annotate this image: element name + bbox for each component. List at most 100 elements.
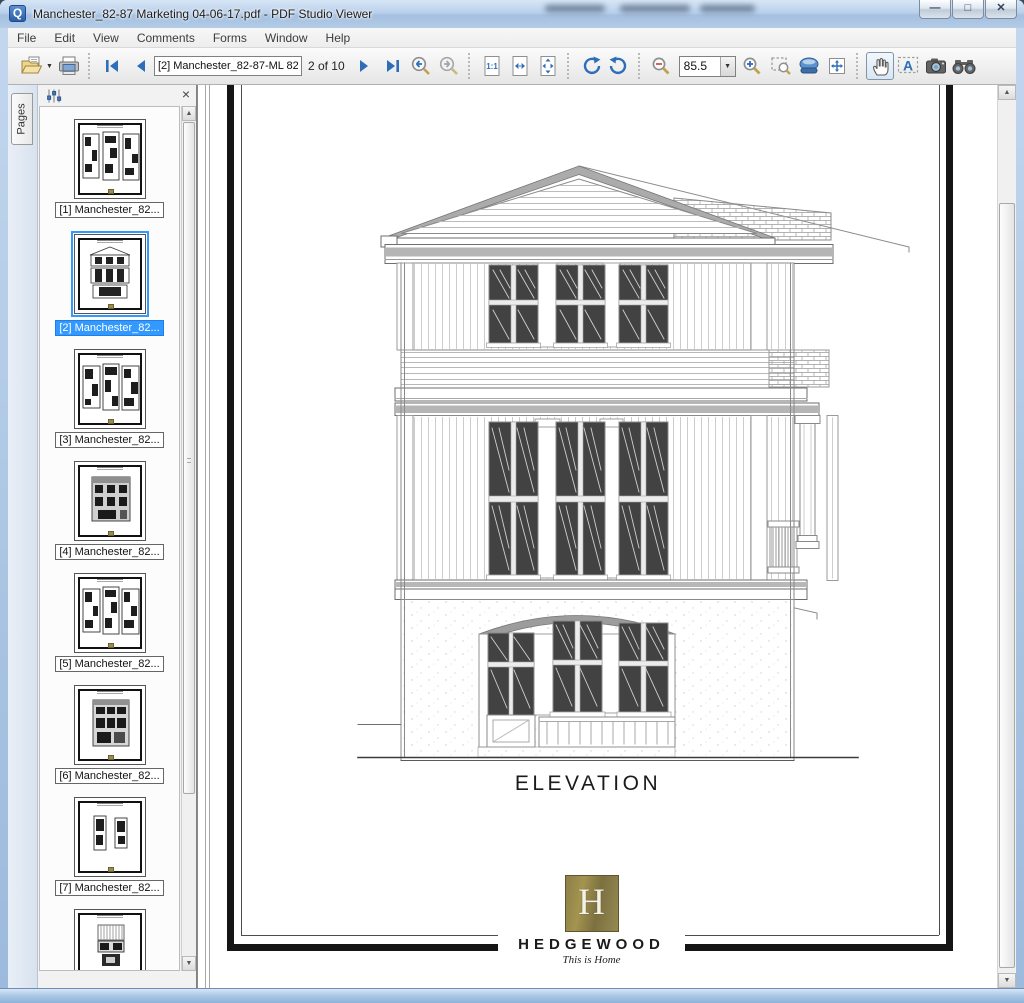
elevation-caption: ELEVATION	[515, 772, 661, 795]
previous-view-icon	[410, 55, 432, 77]
marquee-zoom-icon	[770, 55, 792, 77]
next-page-button[interactable]	[351, 52, 379, 80]
viewport-scrollbar[interactable]: ▲ ▼	[997, 85, 1016, 988]
thumbnail-page-7[interactable]: [7] Manchester_82...	[55, 797, 163, 896]
viewport-scrollbar-thumb[interactable]	[999, 203, 1015, 968]
thumbnail-page-2-selected[interactable]: [2] Manchester_82...	[55, 231, 163, 336]
fit-page-button[interactable]	[534, 52, 562, 80]
elevation-dark-thumb-graphic	[80, 472, 142, 530]
next-view-button[interactable]	[435, 52, 463, 80]
text-select-button[interactable]: A	[894, 52, 922, 80]
close-button[interactable]: ✕	[985, 0, 1017, 19]
hedgewood-monogram-square: H	[565, 875, 619, 932]
actual-size-button[interactable]: 1:1	[478, 52, 506, 80]
thumbnail-page-5[interactable]: [5] Manchester_82...	[55, 573, 163, 672]
thumbnail-page-3[interactable]: [3] Manchester_82...	[55, 349, 163, 448]
next-page-icon	[358, 58, 372, 74]
hand-tool-button[interactable]	[866, 52, 894, 80]
text-select-glyph: A	[903, 58, 913, 74]
menu-file[interactable]: File	[8, 29, 45, 47]
search-button[interactable]	[950, 52, 978, 80]
background-window-hint	[545, 3, 760, 14]
thumbnail-label: [7] Manchester_82...	[55, 880, 163, 896]
app-icon: Q	[9, 5, 26, 22]
menu-comments[interactable]: Comments	[128, 29, 204, 47]
loupe-tool-button[interactable]	[795, 52, 823, 80]
actual-size-icon: 1:1	[481, 55, 503, 77]
previous-page-button[interactable]	[126, 52, 154, 80]
previous-page-icon	[133, 58, 147, 74]
thumbnail-label: [6] Manchester_82...	[55, 768, 163, 784]
app-window: Q Manchester_82-87 Marketing 04-06-17.pd…	[0, 0, 1024, 1003]
fit-page-icon	[537, 55, 559, 77]
next-view-icon	[438, 55, 460, 77]
zoom-in-icon	[742, 56, 763, 77]
thumbnail-options-icon[interactable]	[45, 88, 63, 104]
pan-and-zoom-icon	[826, 55, 848, 77]
elevation-thumb-graphic	[80, 245, 142, 303]
pages-tab[interactable]: Pages	[11, 93, 33, 145]
maximize-button[interactable]: □	[952, 0, 984, 19]
text-select-icon: A	[896, 55, 920, 77]
zoom-out-icon	[651, 56, 672, 77]
rotate-counterclockwise-icon	[608, 55, 630, 77]
zoom-dropdown-caret[interactable]: ▼	[720, 57, 735, 76]
page-name-field[interactable]	[154, 56, 302, 76]
menu-help[interactable]: Help	[317, 29, 360, 47]
open-dropdown-caret[interactable]: ▼	[46, 63, 53, 70]
pages-tab-label: Pages	[16, 103, 28, 134]
menu-edit[interactable]: Edit	[45, 29, 84, 47]
side-tab-column: Pages	[8, 85, 38, 988]
menu-bar: File Edit View Comments Forms Window Hel…	[8, 28, 1016, 48]
menu-window[interactable]: Window	[256, 29, 317, 47]
last-page-button[interactable]	[379, 52, 407, 80]
thumbnail-page-1[interactable]: [1] Manchester_82...	[55, 119, 163, 218]
rotate-clockwise-button[interactable]	[577, 52, 605, 80]
marquee-zoom-button[interactable]	[767, 52, 795, 80]
thumbnail-label: [5] Manchester_82...	[55, 656, 163, 672]
previous-view-button[interactable]	[407, 52, 435, 80]
viewport-scroll-down-icon[interactable]: ▼	[998, 973, 1016, 988]
thumbnail-label: [3] Manchester_82...	[55, 432, 163, 448]
menu-view[interactable]: View	[84, 29, 128, 47]
open-button[interactable]	[14, 52, 48, 80]
thumbnail-label-selected: [2] Manchester_82...	[55, 320, 163, 336]
zoom-out-button[interactable]	[648, 52, 676, 80]
thumbnail-page-6[interactable]: [6] Manchester_82...	[55, 685, 163, 784]
house-drawing	[358, 166, 909, 761]
thumbnail-scrollbar-thumb[interactable]	[183, 122, 195, 794]
elevation-partial-thumb-graphic	[80, 920, 142, 971]
loupe-tool-icon	[797, 55, 821, 77]
panel-close-icon[interactable]: ×	[182, 87, 190, 101]
floor-plan-thumb-graphic	[80, 584, 142, 642]
viewport-scroll-up-icon[interactable]: ▲	[998, 85, 1016, 100]
porch-column	[795, 416, 838, 581]
pan-and-zoom-button[interactable]	[823, 52, 851, 80]
thumbnail-scrollbar[interactable]: ▲ ▼	[181, 106, 196, 971]
fit-width-icon	[509, 55, 531, 77]
rotate-counterclockwise-button[interactable]	[605, 52, 633, 80]
floor-plan-thumb-graphic	[80, 360, 142, 418]
thumbnail-page-4[interactable]: [4] Manchester_82...	[55, 461, 163, 560]
print-icon	[57, 56, 81, 76]
pages-panel-header: ×	[38, 85, 196, 106]
binoculars-icon	[951, 55, 977, 77]
thumbnail-page-8[interactable]: [8] Manchester_82...	[55, 909, 163, 971]
first-page-button[interactable]	[98, 52, 126, 80]
fit-width-button[interactable]	[506, 52, 534, 80]
actual-size-label: 1:1	[486, 62, 498, 71]
zoom-level-combo[interactable]: ▼	[679, 56, 736, 77]
thumbnail-label: [4] Manchester_82...	[55, 544, 163, 560]
menu-forms[interactable]: Forms	[204, 29, 256, 47]
thumbnail-scroll-down-icon[interactable]: ▼	[182, 956, 196, 971]
document-viewport[interactable]: ELEVATION H HEDGEWOOD This is Home	[197, 85, 997, 988]
thumbnail-scroll-up-icon[interactable]: ▲	[182, 106, 196, 121]
zoom-level-input[interactable]	[680, 57, 720, 76]
zoom-in-button[interactable]	[739, 52, 767, 80]
snapshot-button[interactable]	[922, 52, 950, 80]
minimize-button[interactable]: —	[919, 0, 951, 19]
hedgewood-wordmark: HEDGEWOOD	[498, 936, 685, 953]
window-title: Manchester_82-87 Marketing 04-06-17.pdf …	[33, 7, 372, 21]
floor-plan-pair-thumb-graphic	[80, 808, 142, 866]
print-button[interactable]	[55, 52, 83, 80]
